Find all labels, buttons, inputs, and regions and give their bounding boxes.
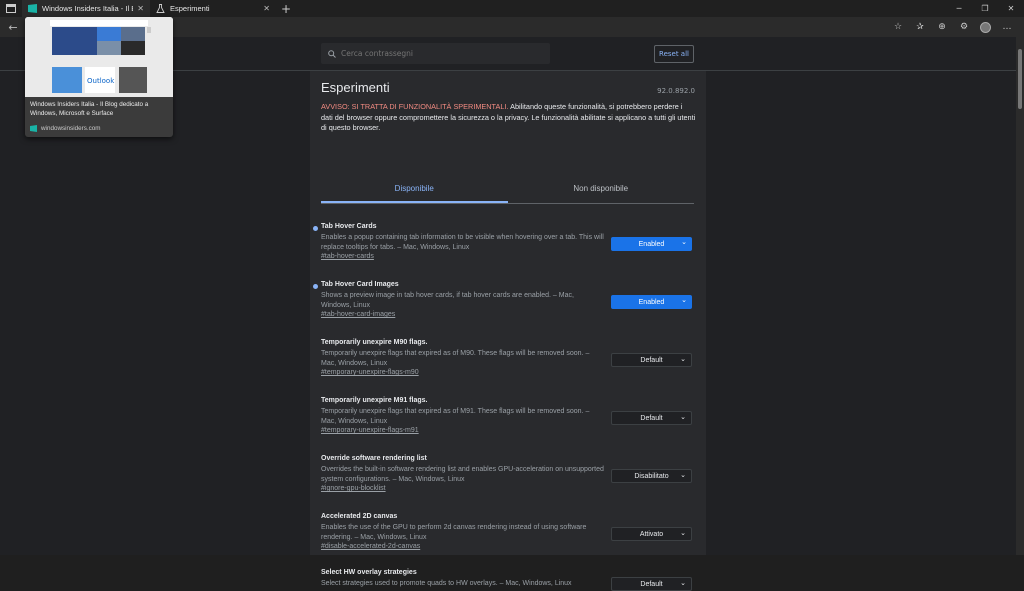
search-box[interactable] — [321, 43, 550, 64]
tab-windows-insiders[interactable]: Windows Insiders Italia - Il Blog ✕ — [22, 0, 150, 17]
flag-description: Enables a popup containing tab informati… — [321, 234, 604, 251]
flag-name: Accelerated 2D canvas — [321, 513, 398, 520]
flag-name: Select HW overlay strategies — [321, 569, 417, 576]
flag-select[interactable]: Enabled ⌄ — [611, 237, 692, 251]
flag-link[interactable]: #disable-accelerated-2d-canvas — [321, 543, 694, 550]
favorites-icon[interactable]: ✰ — [909, 17, 931, 37]
chevron-down-icon: ⌄ — [681, 297, 687, 304]
reset-all-button[interactable]: Reset all — [654, 45, 694, 63]
tab-title: Esperimenti — [170, 4, 210, 13]
flag-select[interactable]: Default ⌄ — [611, 411, 692, 425]
tab-title: Windows Insiders Italia - Il Blog — [42, 4, 133, 13]
flag-select[interactable]: Default ⌄ — [611, 353, 692, 367]
back-arrow-icon[interactable]: ← — [0, 21, 26, 34]
tab-actions-icon[interactable] — [0, 0, 22, 17]
chevron-down-icon: ⌄ — [680, 580, 686, 587]
tab-unavailable[interactable]: Non disponibile — [508, 176, 695, 203]
flag-item: Tab Hover Card Images Shows a preview ima… — [313, 281, 694, 318]
flag-item: Accelerated 2D canvas Enables the use of … — [321, 513, 694, 550]
flag-name: Tab Hover Cards — [321, 223, 377, 230]
flag-item: Tab Hover Cards Enables a popup containin… — [313, 223, 694, 260]
flag-item: Temporarily unexpire M91 flags. Temporari… — [321, 397, 694, 434]
address-bar[interactable]: flags — [150, 20, 850, 34]
favorite-star-icon[interactable]: ☆ — [887, 17, 909, 37]
profile-avatar[interactable] — [980, 21, 991, 33]
tab-hover-card: Outlook Windows Insiders Italia - Il Blo… — [25, 17, 173, 137]
chevron-down-icon: ⌄ — [680, 414, 686, 421]
close-window-icon[interactable]: ✕ — [998, 0, 1024, 17]
warning-heading: AVVISO: SI TRATTA DI FUNZIONALITÀ SPERIM… — [321, 102, 509, 111]
flag-select-value: Enabled — [638, 240, 665, 248]
tab-strip: Windows Insiders Italia - Il Blog ✕ Espe… — [0, 0, 1024, 17]
modified-indicator — [313, 284, 318, 289]
flag-link[interactable]: #temporary-unexpire-flags-m90 — [321, 369, 694, 376]
close-icon[interactable]: ✕ — [263, 4, 270, 13]
flag-select-value: Attivato — [639, 530, 664, 538]
flag-item: Override software rendering list Override… — [321, 455, 694, 492]
flag-description: Overrides the built-in software renderin… — [321, 466, 604, 483]
wi-logo-icon — [30, 125, 37, 132]
hover-card-title: Windows Insiders Italia - Il Blog dedica… — [30, 101, 149, 117]
availability-tabs: Disponibile Non disponibile — [321, 176, 694, 204]
tab-available[interactable]: Disponibile — [321, 176, 508, 203]
preview-outlook-text: Outlook — [87, 77, 115, 85]
flag-description: Temporarily unexpire flags that expired … — [321, 350, 590, 367]
flag-description: Select strategies used to promote quads … — [321, 580, 572, 587]
flask-icon — [156, 4, 165, 13]
new-tab-button[interactable]: + — [276, 2, 296, 16]
flag-name: Temporarily unexpire M91 flags. — [321, 397, 428, 404]
flag-select[interactable]: Attivato ⌄ — [611, 527, 692, 541]
experiments-panel: Esperimenti 92.0.892.0 AVVISO: SI TRATTA… — [310, 71, 706, 591]
flag-link[interactable]: #temporary-unexpire-flags-m91 — [321, 427, 694, 434]
extensions-icon[interactable]: ⚙ — [953, 17, 975, 37]
search-input[interactable] — [341, 49, 521, 58]
flag-description: Temporarily unexpire flags that expired … — [321, 408, 590, 425]
search-icon — [328, 49, 336, 58]
flag-link[interactable]: #ignore-gpu-blocklist — [321, 485, 694, 492]
flag-name: Override software rendering list — [321, 455, 427, 462]
flag-item: Temporarily unexpire M90 flags. Temporari… — [321, 339, 694, 376]
close-icon[interactable]: ✕ — [137, 4, 144, 13]
tab-esperimenti[interactable]: Esperimenti ✕ — [150, 0, 276, 17]
chevron-down-icon: ⌄ — [681, 239, 687, 246]
flag-name: Temporarily unexpire M90 flags. — [321, 339, 428, 346]
flag-description: Shows a preview image in tab hover cards… — [321, 292, 574, 309]
version-label: 92.0.892.0 — [657, 87, 695, 95]
flag-select-value: Enabled — [638, 298, 665, 306]
collections-icon[interactable]: ⊕ — [931, 17, 953, 37]
flag-item: Select HW overlay strategies Select strat… — [321, 569, 694, 591]
flag-select-value: Default — [640, 414, 663, 422]
flag-select-value: Default — [640, 580, 663, 588]
flag-select[interactable]: Default ⌄ — [611, 577, 692, 591]
wi-logo-icon — [28, 4, 37, 13]
chevron-down-icon: ⌄ — [680, 356, 686, 363]
page-scrollbar[interactable] — [1016, 37, 1024, 555]
chevron-down-icon: ⌄ — [680, 530, 686, 537]
flag-description: Enables the use of the GPU to perform 2d… — [321, 524, 587, 541]
flag-select[interactable]: Enabled ⌄ — [611, 295, 692, 309]
flag-link[interactable]: #tab-hover-cards — [321, 253, 694, 260]
hover-card-domain: windowsinsiders.com — [41, 125, 101, 132]
flag-select[interactable]: Disabilitato ⌄ — [611, 469, 692, 483]
chevron-down-icon: ⌄ — [680, 472, 686, 479]
flag-select-value: Default — [640, 356, 663, 364]
flag-select-value: Disabilitato — [634, 472, 669, 480]
page-title: Esperimenti — [321, 80, 390, 95]
flag-link[interactable]: #tab-hover-card-images — [321, 311, 694, 318]
page-preview-image: Outlook — [25, 17, 173, 97]
scrollbar-thumb[interactable] — [1018, 49, 1022, 109]
flag-name: Tab Hover Card Images — [321, 281, 399, 288]
restore-icon[interactable]: ❐ — [972, 0, 998, 17]
modified-indicator — [313, 226, 318, 231]
minimize-icon[interactable]: ─ — [946, 0, 972, 17]
warning-message: AVVISO: SI TRATTA DI FUNZIONALITÀ SPERIM… — [321, 102, 696, 134]
window-controls: ─ ❐ ✕ — [946, 0, 1024, 17]
more-menu-icon[interactable]: … — [996, 17, 1018, 37]
